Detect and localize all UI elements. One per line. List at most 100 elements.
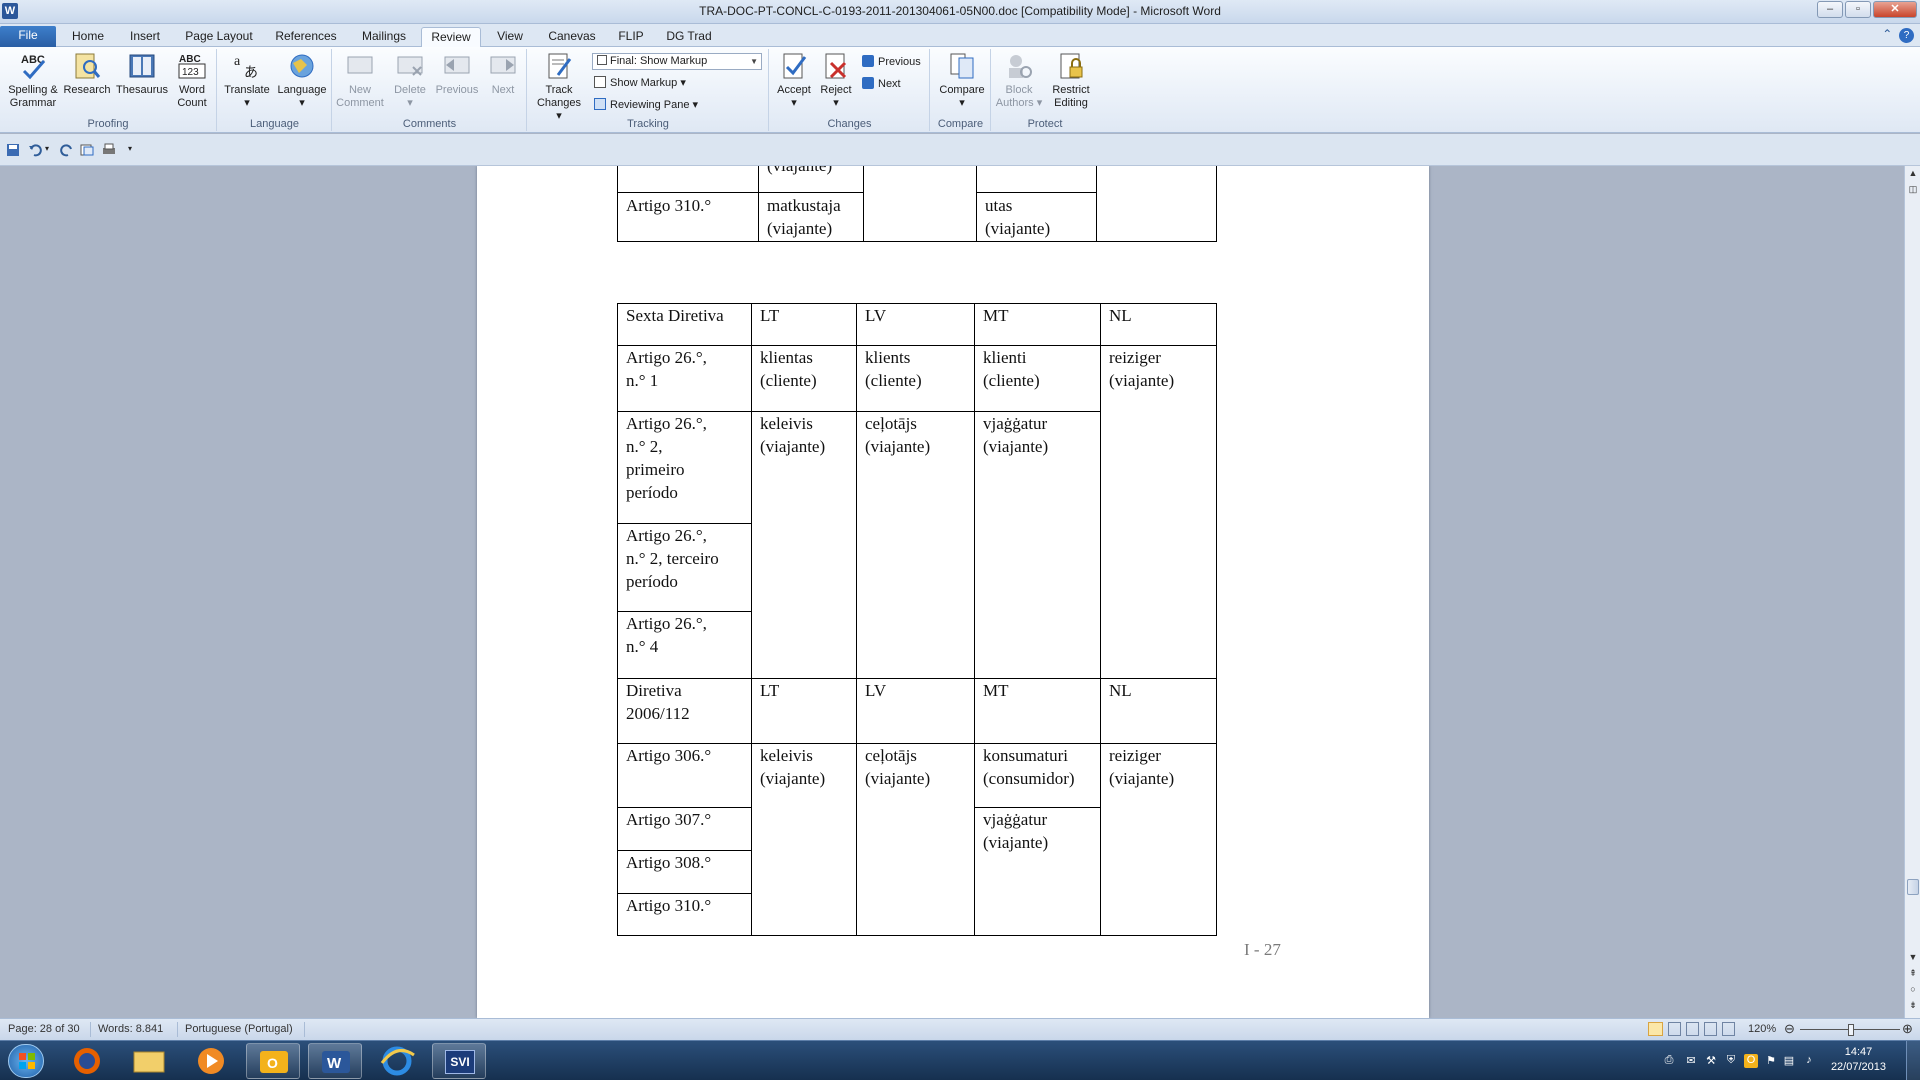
accept-dropdown-icon[interactable]: ▾: [791, 97, 797, 109]
tray-network-tool-icon[interactable]: ⚒: [1704, 1054, 1718, 1068]
show-desktop-button[interactable]: [1906, 1041, 1920, 1080]
outline-view-icon[interactable]: [1704, 1022, 1717, 1036]
vertical-scrollbar[interactable]: ▲ ◫ ▼ ⇞ ○ ⇟: [1904, 166, 1920, 1018]
table-header-mt: MT: [983, 681, 1009, 700]
reviewing-pane-button[interactable]: Reviewing Pane ▾: [594, 98, 698, 111]
accept-button[interactable]: Accept ▾: [774, 51, 814, 110]
redo-icon[interactable]: [60, 143, 74, 157]
tray-outlook-icon[interactable]: O: [1744, 1054, 1758, 1068]
taskbar-firefox[interactable]: [60, 1043, 114, 1079]
help-icon[interactable]: ?: [1899, 28, 1914, 43]
tray-mail-icon[interactable]: ✉: [1684, 1054, 1698, 1068]
delete-dropdown-icon[interactable]: ▾: [407, 97, 413, 109]
tab-file[interactable]: File: [0, 26, 56, 47]
print-icon[interactable]: [102, 143, 116, 157]
print-preview-icon[interactable]: [80, 143, 94, 157]
compare-button[interactable]: Compare ▾: [937, 51, 987, 110]
scroll-down-icon[interactable]: ▼: [1906, 950, 1920, 964]
previous-change-button[interactable]: Previous: [862, 55, 921, 68]
full-screen-reading-icon[interactable]: [1668, 1022, 1681, 1036]
tracking-group-label: Tracking: [627, 118, 669, 130]
tab-mailings[interactable]: Mailings: [352, 27, 416, 47]
tray-action-center-icon[interactable]: ⚑: [1764, 1054, 1778, 1068]
taskbar-word[interactable]: W: [308, 1043, 362, 1079]
select-browse-object-icon[interactable]: ○: [1906, 982, 1920, 996]
outlook-icon: O: [260, 1051, 288, 1073]
table-cell: [1096, 166, 1217, 242]
thesaurus-button[interactable]: Thesaurus: [114, 51, 170, 97]
clock-time: 14:47: [1844, 1046, 1873, 1058]
show-markup-button[interactable]: Show Markup ▾: [594, 76, 686, 89]
tab-insert[interactable]: Insert: [120, 27, 170, 47]
tab-page-layout[interactable]: Page Layout: [180, 27, 258, 47]
previous-page-icon[interactable]: ⇞: [1906, 966, 1920, 980]
word-count-button[interactable]: ABC 123 Word Count: [172, 51, 212, 110]
minimize-button[interactable]: –: [1817, 1, 1843, 18]
tab-canevas[interactable]: Canevas: [540, 27, 604, 47]
block-authors-button[interactable]: Block Authors ▾: [994, 51, 1044, 110]
ruler-toggle-icon[interactable]: ◫: [1906, 182, 1920, 196]
previous-comment-button[interactable]: Previous: [433, 51, 481, 97]
taskbar-svi[interactable]: SVI: [432, 1043, 486, 1079]
undo-dropdown-icon[interactable]: ▾: [45, 144, 49, 153]
scrollbar-thumb[interactable]: [1907, 879, 1919, 895]
page-count-status[interactable]: Page: 28 of 30: [8, 1023, 80, 1035]
compare-dropdown-icon[interactable]: ▾: [959, 97, 965, 109]
final-markup-icon: [597, 55, 607, 65]
translate-dropdown-icon[interactable]: ▾: [244, 97, 250, 109]
tray-printer-icon[interactable]: ⎙: [1662, 1054, 1676, 1068]
zoom-level[interactable]: 120%: [1748, 1023, 1776, 1035]
next-page-icon[interactable]: ⇟: [1906, 998, 1920, 1012]
tab-view[interactable]: View: [487, 27, 533, 47]
tray-network-icon[interactable]: ▤: [1782, 1054, 1796, 1068]
print-layout-view-icon[interactable]: [1648, 1022, 1663, 1036]
next-comment-button[interactable]: Next: [483, 51, 523, 97]
taskbar-explorer[interactable]: [122, 1043, 176, 1079]
save-icon[interactable]: [6, 143, 20, 157]
restrict-editing-button[interactable]: Restrict Editing: [1046, 51, 1096, 110]
word-count-status[interactable]: Words: 8.841: [98, 1023, 163, 1035]
taskbar-outlook[interactable]: O: [246, 1043, 300, 1079]
tab-home[interactable]: Home: [64, 27, 112, 47]
zoom-out-icon[interactable]: ⊖: [1784, 1021, 1795, 1037]
draft-view-icon[interactable]: [1722, 1022, 1735, 1036]
firefox-icon: [74, 1048, 100, 1074]
reject-button[interactable]: Reject ▾: [816, 51, 856, 110]
zoom-in-icon[interactable]: ⊕: [1902, 1021, 1913, 1037]
language-button[interactable]: Language ▾: [274, 51, 330, 110]
scroll-up-icon[interactable]: ▲: [1906, 166, 1920, 180]
zoom-slider-thumb[interactable]: [1848, 1024, 1854, 1036]
tray-shield-icon[interactable]: ⛨: [1724, 1054, 1738, 1068]
cell-text: keleivis (viajante): [760, 746, 826, 788]
document-area: (viajante) Artigo 310.° matkustaja(viaja…: [0, 166, 1904, 1018]
tab-dg-trad[interactable]: DG Trad: [660, 27, 718, 47]
restore-button[interactable]: ▫: [1845, 1, 1871, 18]
tab-review[interactable]: Review: [421, 27, 481, 47]
document-page[interactable]: (viajante) Artigo 310.° matkustaja(viaja…: [477, 166, 1429, 1018]
language-dropdown-icon[interactable]: ▾: [299, 97, 305, 109]
undo-icon[interactable]: [28, 143, 42, 157]
language-status[interactable]: Portuguese (Portugal): [185, 1023, 293, 1035]
spelling-grammar-button[interactable]: ABC Spelling & Grammar: [4, 51, 62, 110]
customize-toolbar-icon[interactable]: ▾: [128, 144, 132, 153]
reject-dropdown-icon[interactable]: ▾: [833, 97, 839, 109]
taskbar-internet-explorer[interactable]: [370, 1043, 424, 1079]
minimize-ribbon-icon[interactable]: ⌃: [1882, 27, 1892, 41]
tab-references[interactable]: References: [268, 27, 344, 47]
tab-flip[interactable]: FLIP: [610, 27, 652, 47]
close-button[interactable]: ✕: [1873, 1, 1917, 18]
next-change-button[interactable]: Next: [862, 77, 901, 90]
new-comment-button[interactable]: New Comment: [335, 51, 385, 110]
display-for-review-select[interactable]: Final: Show Markup ▼: [592, 53, 762, 70]
research-button[interactable]: Research: [62, 51, 112, 97]
taskbar-media-player[interactable]: [184, 1043, 238, 1079]
start-button[interactable]: [8, 1044, 44, 1078]
web-layout-icon[interactable]: [1686, 1022, 1699, 1036]
delete-comment-button[interactable]: Delete ▾: [389, 51, 431, 110]
translate-button[interactable]: aあ Translate ▾: [220, 51, 274, 110]
cell-text: vjaġġatur (viajante): [983, 810, 1049, 852]
taskbar-clock[interactable]: 14:47 22/07/2013: [1831, 1045, 1886, 1075]
track-changes-button[interactable]: Track Changes ▾: [534, 51, 584, 123]
new-comment-icon: [347, 56, 373, 74]
tray-volume-icon[interactable]: ♪: [1802, 1054, 1816, 1068]
